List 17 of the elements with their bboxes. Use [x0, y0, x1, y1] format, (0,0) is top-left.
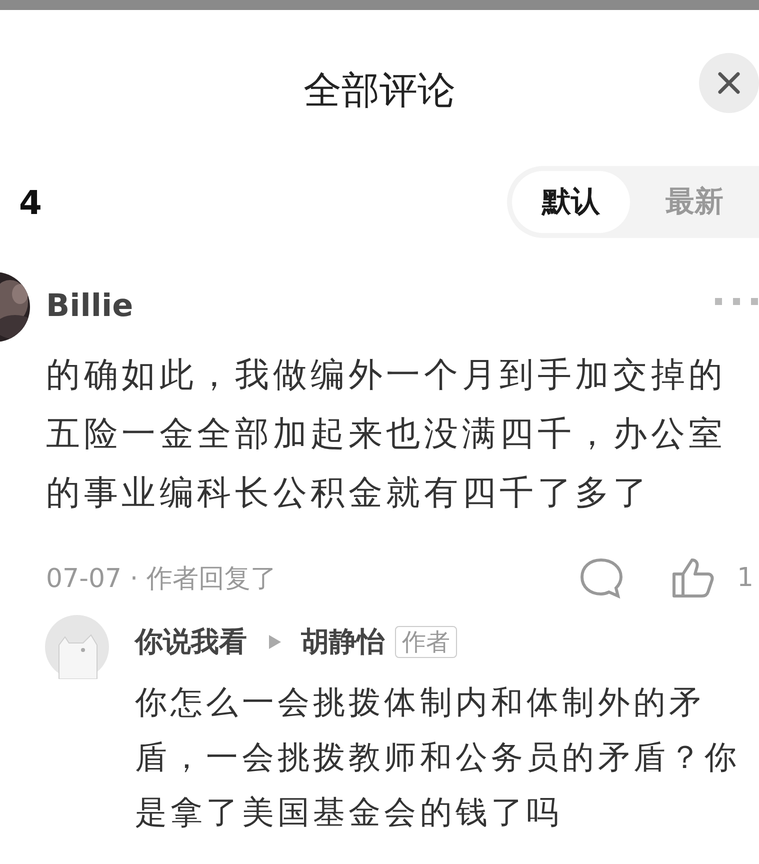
reply-text: 你怎么一会挑拨体制内和体制外的矛盾，一会挑拨教师和公务员的矛盾？你是拿了美国基金会的钱了吗	[135, 682, 742, 833]
comment-icon[interactable]	[579, 557, 623, 599]
username[interactable]: Billie	[46, 274, 759, 328]
author-badge: 作者	[395, 626, 457, 658]
thumbs-up-icon[interactable]	[671, 557, 715, 599]
triangle-icon	[269, 635, 281, 649]
comment-text: 的确如此，我做编外一个月到手加交掉的五险一金全部加起来也没满四千，办公室的事业编科长公积金就有四千了多了	[46, 354, 728, 515]
sort-tab[interactable]: 默认	[512, 171, 630, 233]
avatar-icon[interactable]	[45, 615, 109, 679]
panel-title: 全部评论	[304, 70, 456, 110]
close-icon	[717, 71, 741, 95]
more-icon[interactable]	[715, 296, 759, 306]
like-count: 1	[737, 563, 755, 593]
username[interactable]: 你说我看	[135, 623, 247, 661]
comment-meta: 07-07 · 作者回复了	[46, 562, 278, 596]
username[interactable]: 胡静怡	[301, 623, 385, 661]
comment-count: 4	[19, 182, 42, 222]
